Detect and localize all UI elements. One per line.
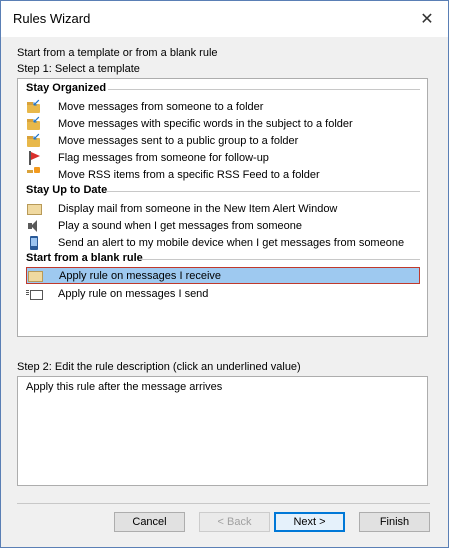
template-item-label: Apply rule on messages I receive	[59, 269, 222, 282]
envelope-icon	[27, 268, 43, 284]
intro-label: Start from a template or from a blank ru…	[17, 47, 218, 59]
speaker-icon	[26, 218, 42, 234]
finish-button[interactable]: Finish	[359, 512, 430, 532]
template-item-label: Move RSS items from a specific RSS Feed …	[58, 168, 320, 181]
template-item-label: Send an alert to my mobile device when I…	[58, 236, 405, 249]
group-divider	[106, 191, 420, 192]
template-item-move-specific-words[interactable]: ↙ Move messages with specific words in t…	[26, 115, 420, 132]
template-item-apply-on-receive[interactable]: Apply rule on messages I receive	[26, 267, 420, 284]
template-item-move-rss[interactable]: Move RSS items from a specific RSS Feed …	[26, 166, 420, 183]
rule-description-text: Apply this rule after the message arrive…	[26, 381, 223, 393]
template-item-move-public-group[interactable]: ↙ Move messages sent to a public group t…	[26, 132, 420, 149]
template-item-apply-on-send[interactable]: Apply rule on messages I send	[26, 285, 420, 302]
title-bar: Rules Wizard ✕	[1, 1, 448, 37]
template-item-label: Apply rule on messages I send	[58, 287, 209, 300]
template-item-label: Move messages sent to a public group to …	[58, 134, 299, 147]
template-item-play-sound[interactable]: Play a sound when I get messages from so…	[26, 217, 420, 234]
flag-icon	[26, 150, 42, 166]
group-heading-stay-up-to-date: Stay Up to Date	[26, 184, 108, 196]
rss-folder-icon	[26, 166, 42, 183]
next-button[interactable]: Next >	[274, 512, 345, 532]
cancel-button[interactable]: Cancel	[114, 512, 185, 532]
folder-arrow-icon: ↙	[26, 115, 42, 132]
template-item-label: Flag messages from someone for follow-up	[58, 151, 269, 164]
template-item-new-item-alert[interactable]: Display mail from someone in the New Ite…	[26, 200, 420, 217]
template-list[interactable]: Stay Organized ↙ Move messages from some…	[17, 78, 428, 337]
group-heading-blank-rule: Start from a blank rule	[26, 252, 143, 264]
footer-divider	[17, 503, 430, 504]
window-title: Rules Wizard	[13, 11, 91, 26]
send-icon	[26, 286, 43, 302]
rule-description-box[interactable]: Apply this rule after the message arrive…	[17, 376, 428, 486]
template-item-label: Move messages from someone to a folder	[58, 100, 264, 113]
group-divider	[140, 259, 420, 260]
template-item-label: Play a sound when I get messages from so…	[58, 219, 302, 232]
template-item-flag-follow-up[interactable]: Flag messages from someone for follow-up	[26, 149, 420, 166]
envelope-icon	[26, 201, 42, 217]
folder-arrow-icon: ↙	[26, 132, 42, 149]
back-button[interactable]: < Back	[199, 512, 270, 532]
group-heading-stay-organized: Stay Organized	[26, 82, 107, 94]
step2-label: Step 2: Edit the rule description (click…	[17, 361, 301, 373]
template-item-label: Display mail from someone in the New Ite…	[58, 202, 338, 215]
template-item-move-from-someone[interactable]: ↙ Move messages from someone to a folder	[26, 98, 420, 115]
group-divider	[108, 89, 420, 90]
step1-label: Step 1: Select a template	[17, 63, 140, 75]
close-icon[interactable]: ✕	[416, 8, 438, 30]
mobile-icon	[26, 235, 42, 251]
template-item-mobile-alert[interactable]: Send an alert to my mobile device when I…	[26, 234, 420, 251]
folder-arrow-icon: ↙	[26, 98, 42, 115]
rules-wizard-window: Rules Wizard ✕ Start from a template or …	[0, 0, 449, 548]
template-item-label: Move messages with specific words in the…	[58, 117, 353, 130]
